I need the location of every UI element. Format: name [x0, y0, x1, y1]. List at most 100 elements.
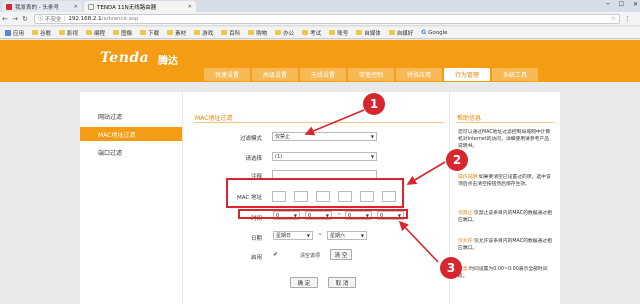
nav-tab[interactable]: 高级设置	[252, 68, 298, 81]
bookmark-label: 自媒体	[364, 30, 381, 37]
bookmark-item[interactable]: 编程	[83, 29, 108, 37]
bookmark-item[interactable]: 自媒体	[353, 29, 384, 37]
help-divider	[456, 122, 554, 123]
bookmark-item[interactable]: 下载	[137, 29, 162, 37]
rule-select-value: (1)	[275, 153, 283, 160]
sidebar-item-mac-filter[interactable]: MAC地址过滤	[80, 127, 182, 141]
folder-icon	[221, 30, 228, 35]
mode-label: 过滤模式	[239, 136, 262, 142]
tab-title: 我发表的 - 头条号	[15, 4, 59, 11]
bookmark-label: 账号	[337, 30, 349, 37]
annotation-marker-2: 2	[446, 149, 468, 171]
browser-tab-strip: 我发表的 - 头条号 ✕ TENDA 11N无线路由器 ✕ ─ ☐ ✕	[0, 0, 640, 12]
help-text: 时间设置为0:00~0:00表示全部时间段。	[458, 267, 548, 279]
folder-icon	[356, 30, 363, 35]
maximize-icon[interactable]: ☐	[619, 0, 624, 10]
tab-toutiao[interactable]: 我发表的 - 头条号 ✕	[2, 1, 82, 12]
bookmark-item[interactable]: 谷歌	[29, 29, 54, 37]
title-divider	[194, 122, 444, 123]
bookmark-item[interactable]: 百科	[218, 29, 243, 37]
cancel-button[interactable]: 取 消	[328, 277, 356, 288]
sidebar-item-port-filter[interactable]: 端口过滤	[80, 145, 182, 159]
bookmark-label: 影视	[67, 30, 79, 37]
security-label: 不安全	[45, 16, 62, 23]
annotation-box-mac	[226, 178, 404, 208]
bookmark-item[interactable]: 账号	[326, 29, 351, 37]
left-sidebar: 网站过滤 MAC地址过滤 端口过滤	[80, 92, 182, 304]
page-favicon-icon	[88, 3, 94, 10]
filter-mode-value: 仅禁止	[275, 134, 291, 140]
nav-tab[interactable]: 系统工具	[492, 68, 538, 81]
bookmark-label: 下载	[148, 30, 160, 37]
bookmarks-bar: 应用 谷歌 影视 编程 图像 下载 素材 游戏 百科 购物 办公 考试 账号 自媒体 自媒好 G Google	[0, 27, 640, 39]
nav-tab[interactable]: 特殊应用	[396, 68, 442, 81]
help-paragraph-4: 仅允许:仅允许该条目内的MAC的数据通过相应端口。	[458, 238, 553, 252]
bookmark-item[interactable]: 考试	[299, 29, 324, 37]
tenda-logo: Tenda	[100, 50, 150, 66]
date-from-select[interactable]: 星期日 ▼	[273, 231, 313, 240]
url-path: /advance.asp	[101, 15, 139, 22]
clear-button[interactable]: 清 空	[330, 249, 352, 260]
bookmark-label: 百科	[229, 30, 241, 37]
bookmark-item[interactable]: 素材	[164, 29, 189, 37]
separator: |	[63, 15, 66, 22]
enable-label: 启用	[250, 255, 262, 261]
folder-icon	[59, 30, 66, 35]
forward-icon[interactable]: →	[10, 15, 20, 23]
reload-icon[interactable]: ↻	[20, 15, 30, 23]
bookmark-item[interactable]: 自媒好	[386, 29, 417, 37]
bookmark-label: 办公	[283, 30, 295, 37]
bookmark-item[interactable]: 购物	[245, 29, 270, 37]
folder-icon	[302, 30, 309, 35]
sidebar-item-website-filter[interactable]: 网站过滤	[80, 109, 182, 123]
bookmark-item[interactable]: 图像	[110, 29, 135, 37]
apps-icon	[5, 29, 11, 36]
address-toolbar: ← → ↻ ⓘ 不安全 | 192.168.2.1 /advance.asp ☆…	[0, 12, 640, 26]
bookmark-label: 素材	[175, 30, 187, 37]
ok-button[interactable]: 确 定	[290, 277, 318, 288]
folder-icon	[248, 30, 255, 35]
help-paragraph-2: 操作说明:如果要清空已设置过的项，选中该项后点击清空按钮然后保存生效。	[458, 174, 553, 188]
help-paragraph-3: 仅禁止:仅禁止该条目内的MAC的数据通过相应端口。	[458, 210, 553, 224]
folder-icon	[140, 30, 147, 35]
bookmark-label: 编程	[94, 30, 106, 37]
nav-tab[interactable]: 快速设置	[204, 68, 250, 81]
dropdown-arrow-icon: ▼	[360, 233, 364, 238]
nav-tab[interactable]: 行为管理	[444, 68, 490, 81]
bookmark-label: 游戏	[202, 30, 214, 37]
bookmark-star-icon[interactable]: ☆	[611, 15, 616, 22]
info-icon[interactable]: ⓘ	[38, 15, 43, 22]
help-highlight: 操作说明:	[458, 175, 479, 180]
bookmark-item[interactable]: 影视	[56, 29, 81, 37]
folder-icon	[167, 30, 174, 35]
help-highlight: 仅禁止:	[458, 211, 475, 216]
nav-tab[interactable]: 无线设置	[300, 68, 346, 81]
folder-icon	[329, 30, 336, 35]
annotation-marker-3: 3	[440, 257, 462, 279]
enable-checkbox[interactable]: ✔	[273, 251, 278, 258]
nav-tab[interactable]: 带宽控制	[348, 68, 394, 81]
close-window-icon[interactable]: ✕	[633, 0, 638, 10]
close-icon[interactable]: ✕	[188, 4, 192, 10]
tab-tenda[interactable]: TENDA 11N无线路由器 ✕	[84, 1, 196, 12]
help-paragraph-5: 注意:时间设置为0:00~0:00表示全部时间段。	[458, 266, 553, 280]
annotation-marker-1: 1	[363, 93, 385, 115]
rule-select[interactable]: (1) ▼	[272, 152, 377, 161]
main-nav: 快速设置 高级设置 无线设置 带宽控制 特殊应用 行为管理 系统工具	[204, 68, 538, 81]
close-icon[interactable]: ✕	[74, 4, 78, 10]
bookmark-item[interactable]: 办公	[272, 29, 297, 37]
date-to-value: 星期六	[330, 233, 346, 239]
minimize-icon[interactable]: ─	[606, 0, 610, 10]
filter-mode-select[interactable]: 仅禁止 ▼	[272, 132, 377, 141]
bookmark-item[interactable]: 应用	[2, 29, 27, 37]
bookmark-item[interactable]: 游戏	[191, 29, 216, 37]
url-bar[interactable]: ⓘ 不安全 | 192.168.2.1 /advance.asp ☆	[34, 13, 620, 24]
back-icon[interactable]: ←	[0, 15, 10, 23]
section-title: MAC地址过滤	[195, 115, 233, 122]
bookmark-item[interactable]: G Google	[418, 29, 450, 36]
menu-icon[interactable]: ⋮	[624, 15, 631, 23]
folder-icon	[32, 30, 39, 35]
bookmark-label: 图像	[121, 30, 133, 37]
date-to-select[interactable]: 星期六 ▼	[327, 231, 367, 240]
dropdown-arrow-icon: ▼	[370, 134, 374, 139]
